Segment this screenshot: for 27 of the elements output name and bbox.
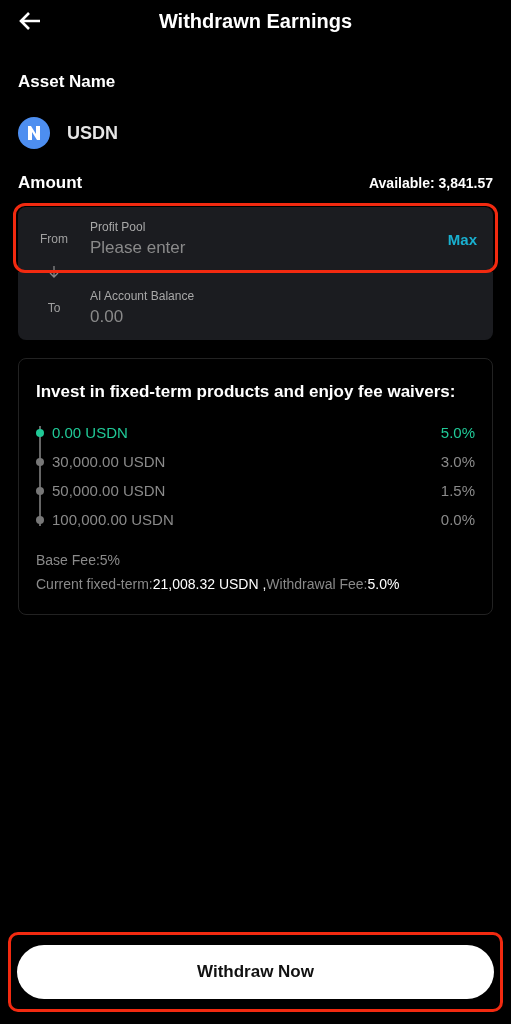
max-link[interactable]: Max (447, 230, 477, 248)
base-fee-text: Base Fee:5% (36, 551, 122, 570)
tier-amount: 50,000.00 USDN (52, 482, 167, 499)
section-label: Asset Name (18, 72, 117, 92)
down-arrow-icon (48, 265, 60, 279)
available-balance: Available: 3,841.57 (369, 175, 493, 191)
to-label: To (46, 301, 62, 315)
tier-fee: 3.0% (440, 453, 475, 470)
tier-amount: 100,000.00 USDN (52, 511, 175, 528)
section-label: Amount (18, 173, 83, 193)
tier-amount: 30,000.00 USDN (52, 453, 167, 470)
account-name: Profit Pool (90, 220, 147, 234)
amount-input[interactable]: Please enter (90, 238, 310, 258)
coin-icon (18, 117, 50, 149)
current-fee-text: Current fixed-term:21,008.32 USDN ,Withdrawal Fee:5.0% (36, 575, 401, 594)
account-name: AI Account Balance (90, 289, 196, 303)
asset-name: USDN (67, 122, 118, 144)
tier-fee: 0.0% (440, 511, 475, 528)
back-icon[interactable] (18, 11, 42, 31)
promo-title: Invest in fixed-term products and enjoy fee waivers: (36, 381, 457, 403)
page-title: Withdrawn Earnings (158, 9, 353, 32)
tier-fee: 5.0% (440, 424, 475, 441)
tier-fee: 1.5% (440, 482, 475, 499)
tier-amount: 0.00 USDN (52, 424, 129, 441)
from-label: From (39, 232, 69, 246)
balance-value: 0.00 (90, 307, 125, 327)
withdraw-button[interactable]: Withdraw Now (17, 945, 494, 999)
